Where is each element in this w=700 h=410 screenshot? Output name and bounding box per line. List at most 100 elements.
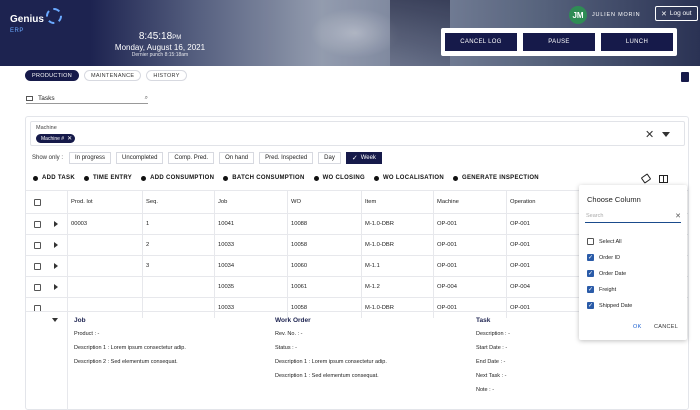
dot-icon [83,175,89,181]
collapse-icon[interactable] [52,318,58,322]
filter-pred-inspected[interactable]: Pred. Inspected [259,152,314,164]
machine-select[interactable]: Machine Machine # ✕ ✕ [30,121,685,146]
user-info: JM JULIEN MORIN [569,6,640,24]
cell-prod-lot: 00003 [71,221,88,227]
checked-checkbox[interactable]: ✓ [587,270,594,277]
select-all-cell [30,191,41,213]
tasks-search-input[interactable]: Tasks ⌕ [26,93,148,104]
row-checkbox[interactable] [34,283,41,291]
row-expander-cell [50,235,58,255]
filter-uncompleted[interactable]: Uncompleted [116,152,164,164]
select-all-checkbox[interactable] [34,198,41,206]
column-option[interactable]: ✓ Order Date [587,270,626,277]
time-entry-button[interactable]: TIME ENTRY [83,175,132,181]
cell-wo: 10060 [291,263,308,269]
column-option-label: Freight [599,286,617,293]
dot-icon [313,175,319,181]
row-checkbox[interactable] [34,241,41,249]
batch-consumption-button[interactable]: BATCH CONSUMPTION [223,175,304,181]
wo-localisation-button[interactable]: WO LOCALISATION [373,175,444,181]
columns-icon[interactable] [659,175,668,183]
col-operation[interactable]: Operation [506,191,535,213]
tab-history[interactable]: HISTORY [146,70,187,81]
add-task-button[interactable]: ADD TASK [33,175,75,181]
choose-column-popup: Choose Column Search ✕ – Select All ✓ Or… [579,185,687,340]
row-checkbox[interactable] [34,262,41,270]
details-wo-line: Status : - [275,345,298,351]
col-seq[interactable]: Seq. [142,191,158,213]
details-wo-line: Description 1 : Lorem ipsum consectetur … [275,359,387,365]
logout-button[interactable]: ✕ Log out [655,6,698,21]
row-check-cell [30,214,41,234]
machine-chip-label: Machine # [41,135,65,142]
action-panel: CANCEL LOG PAUSE LUNCH [441,28,677,56]
cell-machine: OP-001 [437,263,457,269]
col-wo[interactable]: WO [287,191,301,213]
cell-job: 10034 [218,263,235,269]
details-wo-line: Description 1 : Sed elementum consequat. [275,373,379,379]
cell-seq: 2 [146,242,150,248]
cell-job: 10041 [218,221,235,227]
column-option-label: Order Date [599,270,627,277]
checked-checkbox[interactable]: ✓ [587,254,594,261]
col-job[interactable]: Job [214,191,227,213]
row-details: Job Product : - Description 1 : Lorem ip… [26,311,580,410]
cell-wo: 10061 [291,284,308,290]
avatar[interactable]: JM [569,6,587,24]
tasks-label: Tasks [38,94,55,102]
document-icon[interactable] [681,72,689,82]
checked-checkbox[interactable]: ✓ [587,286,594,293]
indeterminate-checkbox[interactable]: – [587,238,594,245]
eraser-icon[interactable] [640,173,652,184]
filter-comp-pred[interactable]: Comp. Pred. [168,152,215,164]
pause-button[interactable]: PAUSE [523,33,595,51]
machine-chip[interactable]: Machine # ✕ [36,134,76,143]
select-all-option[interactable]: – Select All [587,238,622,245]
column-search-input[interactable]: Search ✕ [585,209,681,223]
column-option[interactable]: ✓ Order ID [587,254,620,261]
wo-closing-button[interactable]: WO CLOSING [313,175,365,181]
clear-icon[interactable]: ✕ [645,128,654,141]
expand-icon[interactable] [54,221,58,227]
add-consumption-button[interactable]: ADD CONSUMPTION [141,175,214,181]
column-option[interactable]: ✓ Freight [587,286,616,293]
filter-in-progress[interactable]: In progress [69,152,112,164]
filter-on-hand[interactable]: On hand [219,152,255,164]
check-icon: ✓ [351,155,358,162]
clock-suffix: PM [172,35,182,41]
col-item[interactable]: Item [361,191,376,213]
clock-time-wrap: 8:45:18PM [100,31,220,42]
expand-icon[interactable] [54,263,58,269]
cell-wo: 10088 [291,221,308,227]
tab-maintenance[interactable]: MAINTENANCE [83,70,142,81]
col-machine[interactable]: Machine [433,191,459,213]
checked-checkbox[interactable]: ✓ [587,302,594,309]
lunch-button[interactable]: LUNCH [601,33,673,51]
cell-operation: OP-001 [510,263,530,269]
cell-item: M-1.0-DBR [365,242,394,248]
cancel-log-button[interactable]: CANCEL LOG [445,33,517,51]
cell-item: M-1.1 [365,263,380,269]
details-divider [67,312,68,410]
ok-button[interactable]: OK [633,324,642,330]
cell-operation: OP-001 [510,221,530,227]
tab-production[interactable]: PRODUCTION [25,70,79,81]
cell-item: M-1.0-DBR [365,221,394,227]
cell-prod-lot [67,256,71,276]
generate-inspection-button[interactable]: GENERATE INSPECTION [453,175,539,181]
expand-icon[interactable] [54,284,58,290]
close-icon[interactable]: ✕ [675,212,681,220]
row-checkbox[interactable] [34,220,41,228]
filter-day[interactable]: Day [318,152,341,164]
cell-seq: 1 [146,221,150,227]
expand-icon[interactable] [54,242,58,248]
col-prod-lot[interactable]: Prod. lot [67,191,93,213]
cancel-button[interactable]: CANCEL [654,324,678,330]
chip-remove-icon[interactable]: ✕ [67,135,72,142]
column-option[interactable]: ✓ Shipped Date [587,302,632,309]
column-search-placeholder: Search [586,212,604,219]
chevron-down-icon[interactable] [662,132,670,137]
clock-time: 8:45:18 [138,31,173,42]
filter-week[interactable]: ✓ Week [345,152,382,164]
show-only-label: Show only : [32,155,64,161]
